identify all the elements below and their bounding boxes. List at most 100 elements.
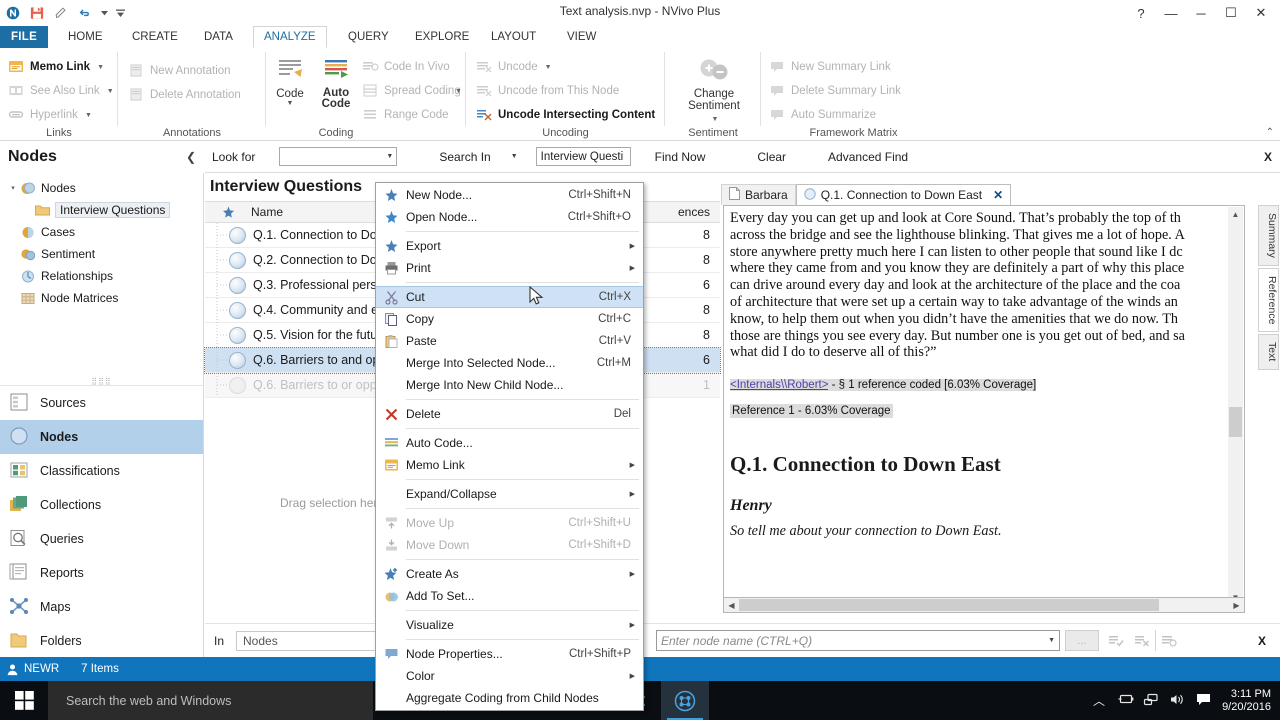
action-center-icon[interactable]: [1190, 693, 1216, 709]
ribbon-code-button[interactable]: Code ▼: [266, 54, 314, 107]
close-icon[interactable]: ✕: [993, 188, 1003, 202]
tab-home[interactable]: HOME: [58, 26, 113, 48]
tab-view[interactable]: VIEW: [557, 26, 606, 48]
tree-item-cases[interactable]: Cases: [0, 221, 203, 243]
menu-item-memo-link[interactable]: Memo Link ▶: [376, 454, 643, 476]
nav-list[interactable]: Sources Nodes Classifications Collection…: [0, 385, 204, 657]
scrollbar-thumb[interactable]: [1229, 407, 1242, 437]
menu-item-add-to-set[interactable]: Add To Set...: [376, 585, 643, 607]
menu-item-create-as[interactable]: Create As ▶: [376, 563, 643, 585]
nodes-tree[interactable]: ▾ Nodes Interview Questions Cases Sentim…: [0, 173, 204, 377]
sidebar-item-classifications[interactable]: Classifications: [0, 454, 203, 488]
menu-item-delete[interactable]: Delete Del: [376, 403, 643, 425]
close-coding-bar-button[interactable]: X: [1258, 634, 1266, 648]
code-selection-icon[interactable]: [1103, 630, 1129, 651]
ribbon-uncode-intersecting-content[interactable]: Uncode Intersecting Content: [476, 104, 655, 126]
chevron-down-icon[interactable]: ▼: [1048, 637, 1055, 644]
tab-file[interactable]: FILE: [0, 26, 48, 48]
menu-item-paste[interactable]: Paste Ctrl+V: [376, 330, 643, 352]
ribbon-auto-code-button[interactable]: Auto Code: [312, 54, 360, 110]
document-vertical-scrollbar[interactable]: ▲ ▼: [1228, 207, 1243, 604]
taskbar-search-box[interactable]: Search the web and Windows: [48, 681, 373, 720]
tab-layout[interactable]: LAYOUT: [481, 26, 546, 48]
menu-item-expand-collapse[interactable]: Expand/Collapse ▶: [376, 483, 643, 505]
menu-item-cut[interactable]: Cut Ctrl+X: [376, 286, 643, 308]
node-context-menu[interactable]: New Node... Ctrl+Shift+N Open Node... Ct…: [375, 182, 644, 711]
search-scope-field[interactable]: Interview Questi: [535, 147, 631, 166]
menu-item-copy[interactable]: Copy Ctrl+C: [376, 308, 643, 330]
chevron-down-icon[interactable]: ▼: [266, 100, 314, 107]
battery-icon[interactable]: [1112, 693, 1138, 708]
chevron-left-icon[interactable]: ❮: [186, 150, 196, 164]
tab-analyze[interactable]: ANALYZE: [253, 26, 327, 48]
find-now-button[interactable]: Find Now: [655, 150, 706, 164]
scroll-up-icon[interactable]: ▲: [1228, 207, 1243, 222]
scroll-left-icon[interactable]: ◀: [724, 601, 739, 610]
menu-item-visualize[interactable]: Visualize ▶: [376, 614, 643, 636]
menu-item-color[interactable]: Color ▶: [376, 665, 643, 687]
menu-item-merge-into-new-child-node[interactable]: Merge Into New Child Node...: [376, 374, 643, 396]
menu-item-auto-code[interactable]: Auto Code...: [376, 432, 643, 454]
document-horizontal-scrollbar[interactable]: ◀ ▶: [723, 597, 1245, 613]
tree-item-sentiment[interactable]: Sentiment: [0, 243, 203, 265]
chevron-down-icon[interactable]: ▼: [97, 64, 104, 71]
tab-explore[interactable]: EXPLORE: [405, 26, 479, 48]
sidebar-item-maps[interactable]: Maps: [0, 590, 203, 624]
windows-start-icon[interactable]: [0, 681, 48, 720]
network-icon[interactable]: [1138, 693, 1164, 709]
sidebar-item-reports[interactable]: Reports: [0, 556, 203, 590]
select-node-button[interactable]: ...: [1065, 630, 1099, 651]
menu-item-export[interactable]: Export ▶: [376, 235, 643, 257]
chevron-up-icon[interactable]: ︿: [1086, 692, 1112, 709]
ribbon-memo-link[interactable]: Memo Link ▼: [8, 56, 104, 78]
menu-item-new-node[interactable]: New Node... Ctrl+Shift+N: [376, 184, 643, 206]
tab-barbara[interactable]: Barbara: [721, 184, 796, 205]
code-in-vivo-icon[interactable]: [1155, 630, 1181, 651]
nav-splitter[interactable]: ⣿⣿⣿: [0, 377, 204, 386]
tree-item-node-matrices[interactable]: Node Matrices: [0, 287, 203, 309]
menu-item-aggregate-coding-from-child-nodes[interactable]: Aggregate Coding from Child Nodes: [376, 687, 643, 709]
taskbar-clock[interactable]: 3:11 PM 9/20/2016: [1216, 688, 1280, 714]
tree-item-interview-questions[interactable]: Interview Questions: [0, 199, 203, 221]
collapse-ribbon-button[interactable]: ⌃: [1266, 127, 1274, 138]
expander-icon[interactable]: ▾: [6, 184, 20, 192]
nvivo-icon[interactable]: [661, 681, 709, 720]
close-button[interactable]: ✕: [1246, 2, 1276, 24]
menu-item-merge-into-selected-node[interactable]: Merge Into Selected Node... Ctrl+M: [376, 352, 643, 374]
sidebar-item-folders[interactable]: Folders: [0, 624, 203, 658]
chevron-down-icon[interactable]: ▼: [386, 153, 393, 160]
look-for-input[interactable]: ▼: [279, 147, 398, 166]
maximize-button[interactable]: ☐: [1216, 2, 1246, 24]
side-tab-text[interactable]: Text: [1258, 334, 1279, 370]
sidebar-item-sources[interactable]: Sources: [0, 386, 203, 420]
uncode-selection-icon[interactable]: [1129, 630, 1155, 651]
scrollbar-thumb[interactable]: [739, 599, 1159, 611]
side-tab-summary[interactable]: Summary: [1258, 205, 1279, 266]
source-link[interactable]: <Internals\\Robert>: [730, 379, 829, 392]
menu-item-open-node[interactable]: Open Node... Ctrl+Shift+O: [376, 206, 643, 228]
sidebar-item-collections[interactable]: Collections: [0, 488, 203, 522]
advanced-find-button[interactable]: Advanced Find: [828, 150, 908, 164]
tree-item-relationships[interactable]: Relationships: [0, 265, 203, 287]
sidebar-item-nodes[interactable]: Nodes: [0, 420, 203, 454]
scroll-right-icon[interactable]: ▶: [1229, 601, 1244, 610]
tab-create[interactable]: CREATE: [122, 26, 188, 48]
menu-item-print[interactable]: Print ▶: [376, 257, 643, 279]
search-in-dropdown-icon[interactable]: ▼: [511, 153, 518, 160]
volume-icon[interactable]: [1164, 693, 1190, 709]
clear-button[interactable]: Clear: [757, 150, 786, 164]
tree-item-nodes[interactable]: ▾ Nodes: [0, 177, 203, 199]
tab-data[interactable]: DATA: [194, 26, 243, 48]
help-button[interactable]: ?: [1126, 2, 1156, 24]
quick-code-input[interactable]: Enter node name (CTRL+Q) ▼: [656, 630, 1060, 651]
tab-q1-connection-to-down-east[interactable]: Q.1. Connection to Down East ✕: [795, 184, 1012, 205]
menu-item-node-properties[interactable]: Node Properties... Ctrl+Shift+P: [376, 643, 643, 665]
close-find-bar-button[interactable]: X: [1264, 150, 1272, 164]
tab-query[interactable]: QUERY: [338, 26, 399, 48]
side-tab-reference[interactable]: Reference: [1258, 267, 1279, 333]
sidebar-item-queries[interactable]: Queries: [0, 522, 203, 556]
ribbon-display-options-button[interactable]: —: [1156, 2, 1186, 24]
document-body[interactable]: Every day you can get up and look at Cor…: [723, 205, 1245, 605]
column-references[interactable]: References: [678, 201, 720, 223]
minimize-button[interactable]: ─: [1186, 2, 1216, 24]
